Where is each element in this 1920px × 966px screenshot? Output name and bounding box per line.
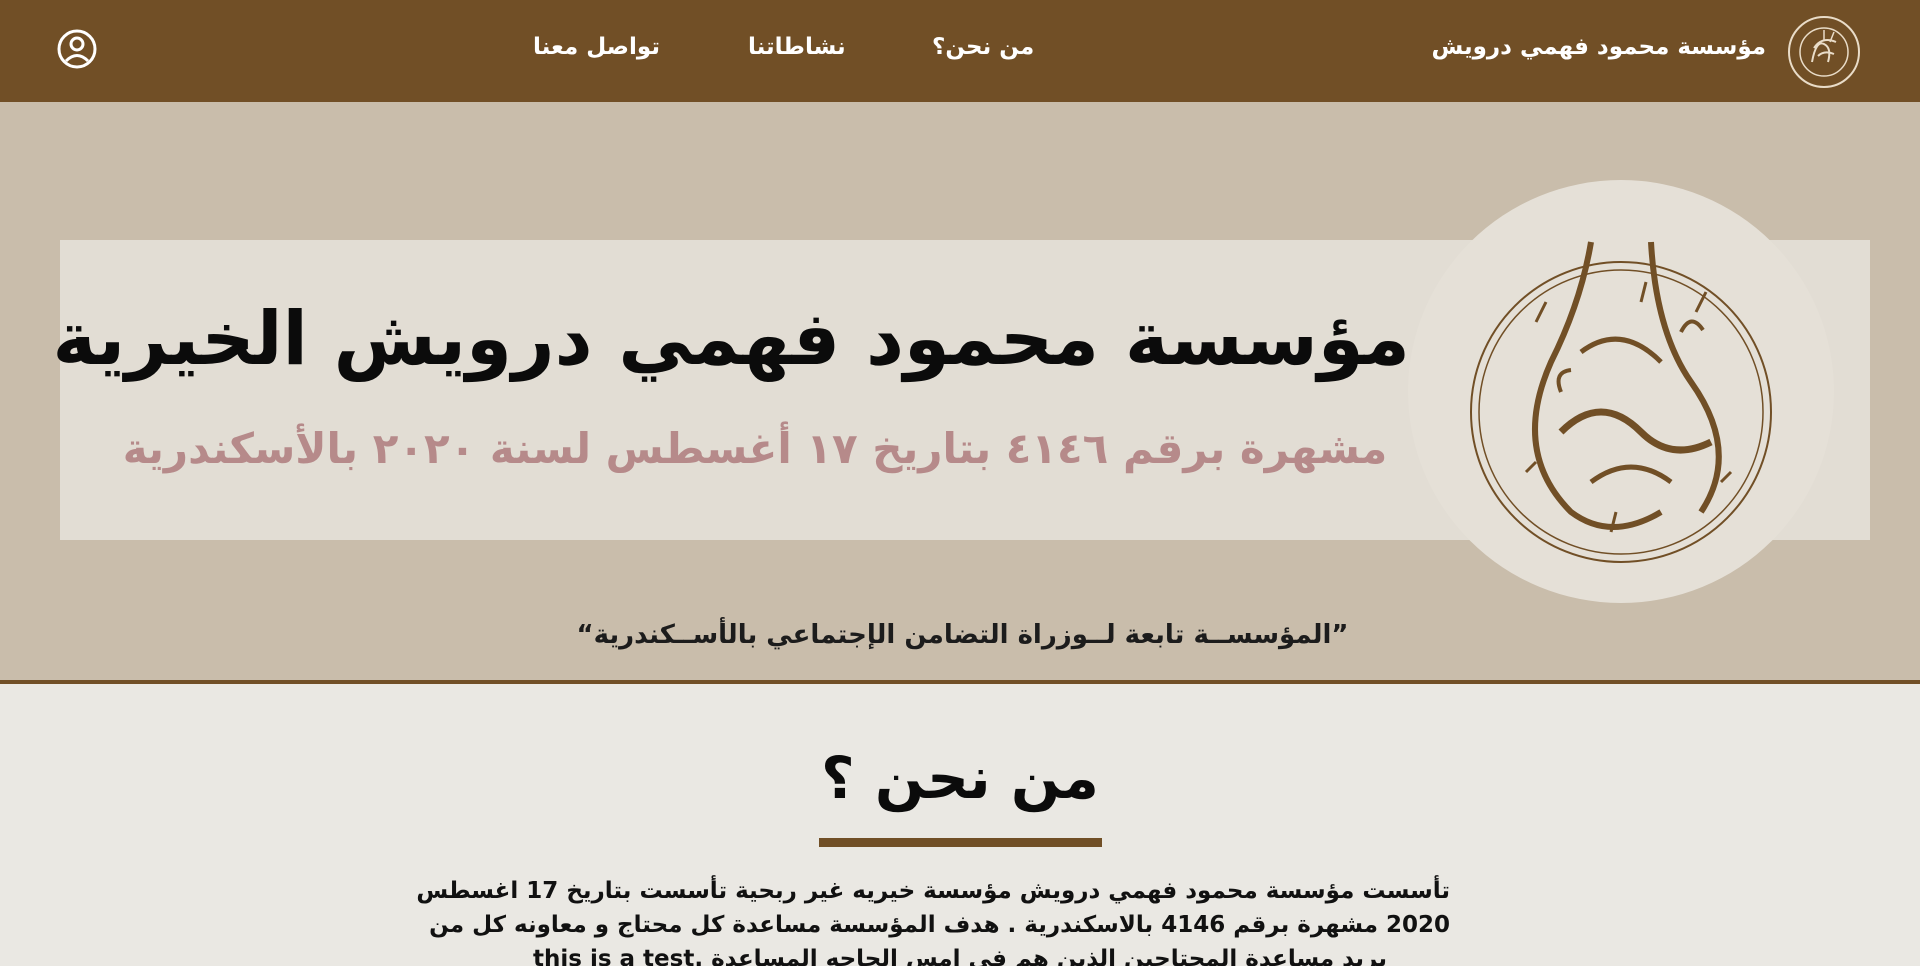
user-circle-icon[interactable] [56,28,98,70]
nav-link-activities[interactable]: نشاطاتنا [748,34,846,60]
calligraphy-logo-icon[interactable] [1788,16,1860,88]
nav-link-about[interactable]: من نحن؟ [932,34,1034,60]
about-body: تأسست مؤسسة محمود فهمي درويش مؤسسة خيريه… [416,874,1450,966]
about-body-line: تأسست مؤسسة محمود فهمي درويش مؤسسة خيريه… [416,878,1450,904]
brand-name[interactable]: مؤسسة محمود فهمي درويش [1431,34,1766,60]
hero-title: مؤسسة محمود فهمي درويش الخيرية [52,296,1410,382]
hero-quote: ”المؤسســة تابعة لــوزراة التضامن الإجتم… [576,620,1349,650]
about-title-underline [819,838,1102,847]
about-body-line: 2020 مشهرة برقم 4146 بالاسكندرية . هدف ا… [429,912,1450,938]
about-body-line: يريد مساعدة المحتاجين الذين هم فى امس ال… [533,946,1387,966]
hero-subtitle: مشهرة برقم ٤١٤٦ بتاريخ ١٧ أغسطس لسنة ٢٠٢… [122,424,1388,473]
about-title: من نحن ؟ [821,744,1099,812]
calligraphy-emblem-icon [1408,180,1834,603]
navbar: مؤسسة محمود فهمي درويش من نحن؟ نشاطاتنا … [0,0,1920,102]
section-divider [0,680,1920,684]
nav-link-contact[interactable]: تواصل معنا [533,34,660,60]
